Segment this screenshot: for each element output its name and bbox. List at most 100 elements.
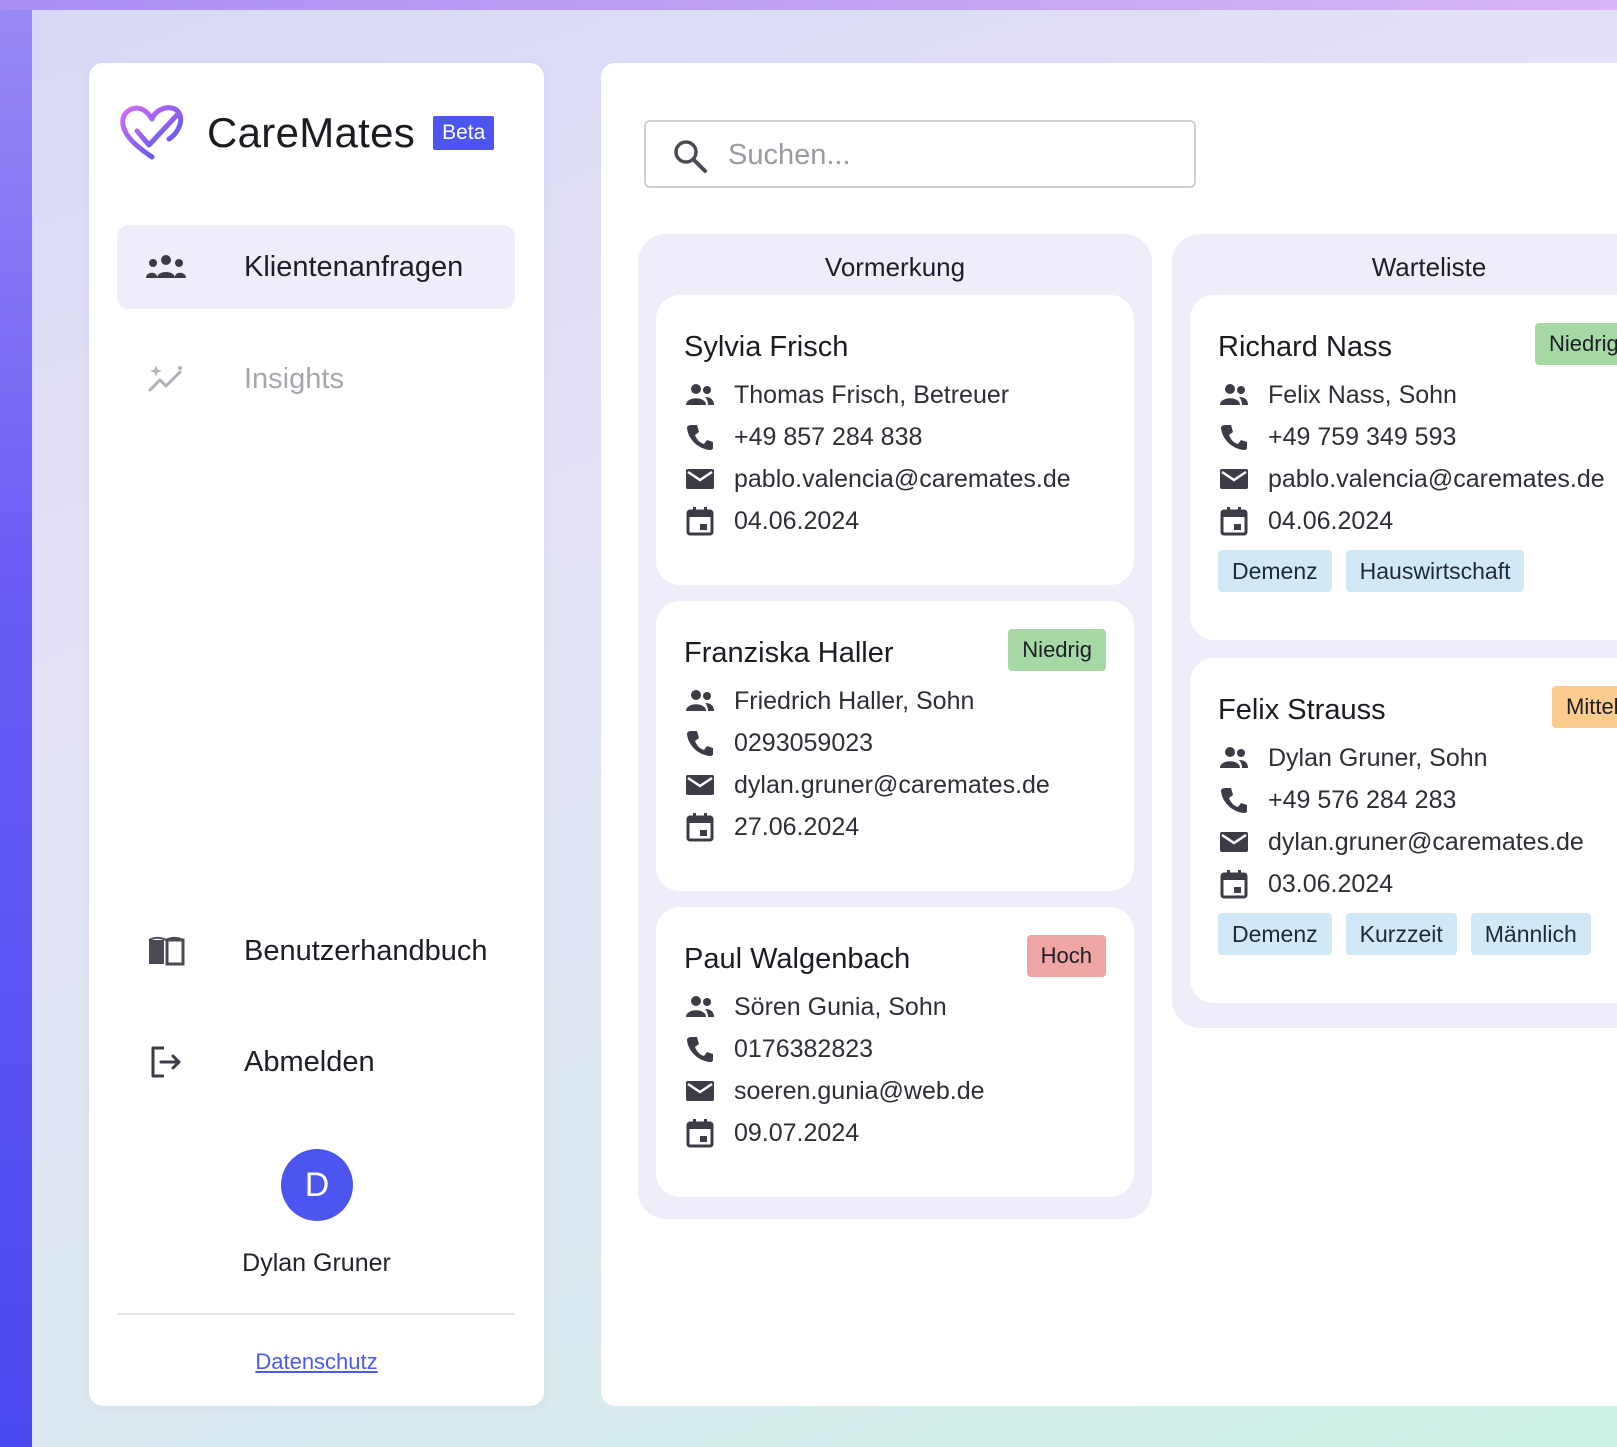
phone-text: +49 576 284 283 — [1268, 785, 1457, 814]
email-text: pablo.valencia@caremates.de — [734, 464, 1071, 493]
beta-badge: Beta — [433, 116, 495, 150]
client-card[interactable]: Paul Walgenbach Hoch Sören Gunia, Sohn 0… — [656, 907, 1134, 1197]
phone-icon — [684, 421, 716, 453]
mail-icon — [684, 769, 716, 801]
nav-item-insights-label: Insights — [244, 362, 344, 395]
phone-text: 0176382823 — [734, 1034, 874, 1063]
calendar-icon — [684, 811, 716, 843]
column-vormerkung: Vormerkung Sylvia Frisch Thomas Frisch, … — [638, 234, 1152, 1219]
client-card[interactable]: Sylvia Frisch Thomas Frisch, Betreuer +4… — [656, 295, 1134, 585]
search-icon — [674, 140, 707, 173]
phone-row: 0176382823 — [684, 1032, 873, 1066]
client-name: Paul Walgenbach — [684, 943, 911, 975]
client-card[interactable]: Franziska Haller Niedrig Friedrich Halle… — [656, 601, 1134, 891]
date-row: 04.06.2024 — [1218, 504, 1393, 538]
email-row: dylan.gruner@caremates.de — [684, 768, 1050, 802]
contact-text: Friedrich Haller, Sohn — [734, 686, 975, 715]
phone-text: +49 857 284 838 — [734, 422, 923, 451]
phone-row: +49 759 349 593 — [1218, 420, 1456, 454]
column-title: Vormerkung — [824, 252, 966, 282]
tag: Demenz — [1218, 550, 1332, 592]
frame-top-edge — [0, 0, 1617, 10]
contact-text: Thomas Frisch, Betreuer — [734, 380, 1010, 409]
mail-icon — [684, 1075, 716, 1107]
privacy-link[interactable]: Datenschutz — [89, 1349, 544, 1375]
contact-row: Sören Gunia, Sohn — [684, 990, 947, 1024]
date-text: 04.06.2024 — [1268, 506, 1394, 535]
phone-icon — [684, 1033, 716, 1065]
sparkle-chart-icon — [143, 356, 189, 402]
column-warteliste: Warteliste Richard Nass Niedrig Felix Na… — [1172, 234, 1617, 1028]
mail-icon — [1218, 826, 1250, 858]
client-name: Sylvia Frisch — [684, 331, 849, 363]
client-name: Felix Strauss — [1218, 694, 1386, 726]
nav-item-logout[interactable]: Abmelden — [117, 1020, 515, 1104]
people-icon — [684, 379, 716, 411]
client-name: Richard Nass — [1218, 331, 1393, 363]
column-title: Warteliste — [1371, 252, 1487, 282]
email-row: pablo.valencia@caremates.de — [1218, 462, 1605, 496]
people-group-icon — [143, 244, 189, 290]
nav-item-logout-label: Abmelden — [244, 1045, 375, 1078]
email-row: soeren.gunia@web.de — [684, 1074, 985, 1108]
email-text: soeren.gunia@web.de — [734, 1076, 985, 1105]
book-icon — [143, 928, 189, 974]
date-text: 04.06.2024 — [734, 506, 860, 535]
client-card[interactable]: Richard Nass Niedrig Felix Nass, Sohn +4… — [1190, 295, 1617, 640]
client-name: Franziska Haller — [684, 637, 894, 669]
sidebar: CareMates Beta Klientenanfragen Insights — [89, 63, 544, 1406]
phone-row: 0293059023 — [684, 726, 873, 760]
date-text: 03.06.2024 — [1268, 869, 1394, 898]
date-text: 27.06.2024 — [734, 812, 860, 841]
search-box[interactable] — [644, 120, 1196, 188]
priority-badge: Niedrig — [1008, 629, 1106, 671]
email-text: dylan.gruner@caremates.de — [1268, 827, 1584, 856]
tag: Kurzzeit — [1345, 913, 1457, 955]
phone-icon — [1218, 421, 1250, 453]
main-panel: Vormerkung Sylvia Frisch Thomas Frisch, … — [601, 63, 1617, 1406]
email-row: pablo.valencia@caremates.de — [684, 462, 1071, 496]
calendar-icon — [684, 505, 716, 537]
frame-left-edge — [0, 0, 32, 1447]
people-icon — [684, 991, 716, 1023]
people-icon — [1218, 379, 1250, 411]
phone-icon — [684, 727, 716, 759]
tag: Männlich — [1470, 913, 1591, 955]
priority-badge: Mittel — [1552, 686, 1617, 728]
tag: Demenz — [1218, 913, 1332, 955]
search-input[interactable] — [726, 132, 1170, 178]
nav-item-insights[interactable]: Insights — [117, 337, 515, 421]
contact-row: Felix Nass, Sohn — [1218, 378, 1457, 412]
contact-row: Thomas Frisch, Betreuer — [684, 378, 1009, 412]
calendar-icon — [1218, 505, 1250, 537]
priority-badge: Hoch — [1026, 935, 1106, 977]
date-row: 03.06.2024 — [1218, 867, 1393, 901]
heart-logo-icon — [120, 105, 184, 160]
phone-icon — [1218, 784, 1250, 816]
calendar-icon — [1218, 868, 1250, 900]
mail-icon — [684, 463, 716, 495]
date-row: 04.06.2024 — [684, 504, 859, 538]
brand-name: CareMates — [207, 109, 416, 156]
nav-item-clients[interactable]: Klientenanfragen — [117, 225, 515, 309]
priority-badge: Niedrig — [1535, 323, 1617, 365]
nav-item-manual[interactable]: Benutzerhandbuch — [117, 909, 515, 993]
phone-row: +49 576 284 283 — [1218, 783, 1456, 817]
contact-text: Dylan Gruner, Sohn — [1268, 743, 1488, 772]
phone-row: +49 857 284 838 — [684, 420, 922, 454]
brand: CareMates Beta — [119, 103, 495, 163]
avatar[interactable]: D — [281, 1149, 353, 1221]
client-card[interactable]: Felix Strauss Mittel Dylan Gruner, Sohn … — [1190, 658, 1617, 1003]
logout-icon — [143, 1039, 189, 1085]
sidebar-divider — [117, 1313, 515, 1315]
contact-row: Dylan Gruner, Sohn — [1218, 741, 1488, 775]
email-row: dylan.gruner@caremates.de — [1218, 825, 1584, 859]
contact-text: Sören Gunia, Sohn — [734, 992, 947, 1021]
nav-item-clients-label: Klientenanfragen — [244, 250, 464, 283]
email-text: pablo.valencia@caremates.de — [1268, 464, 1605, 493]
nav-item-manual-label: Benutzerhandbuch — [244, 934, 488, 967]
calendar-icon — [684, 1117, 716, 1149]
date-row: 27.06.2024 — [684, 810, 859, 844]
date-row: 09.07.2024 — [684, 1116, 859, 1150]
tag-list: Demenz Kurzzeit Männlich — [1218, 913, 1605, 955]
